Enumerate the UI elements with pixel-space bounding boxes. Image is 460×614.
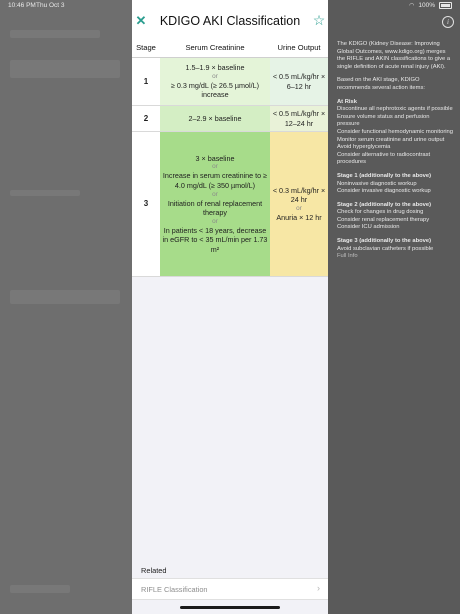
creatinine-criterion: Initiation of renal replacement therapy	[167, 198, 263, 218]
info-panel: i The KDIGO (Kidney Disease: Improving G…	[328, 0, 460, 614]
header-urine-output: Urine Output	[270, 38, 328, 58]
related-section-label: Related	[141, 566, 167, 575]
section-item: Monitor serum creatinine and urine outpu…	[337, 136, 445, 143]
section-item: Discontinue all nephrotoxic agents if po…	[337, 106, 453, 113]
creatinine-criterion: 2–2.9 × baseline	[188, 113, 242, 123]
section-item: Check for changes in drug dosing	[337, 209, 424, 216]
section-item: Noninvasive diagnostic workup	[337, 180, 417, 187]
section-item: Consider renal replacement therapy	[337, 216, 430, 223]
background-app-dimmed	[0, 0, 132, 614]
background-placeholder	[10, 30, 100, 38]
section-title: Stage 2 (additionally to the above)	[337, 201, 432, 208]
or-separator: or	[212, 217, 218, 225]
urine-criterion: < 0.5 mL/kg/hr × 6–12 hr	[272, 71, 326, 91]
header-serum-creatinine: Serum Creatinine	[160, 38, 270, 58]
section-item: Consider ICU admission	[337, 224, 400, 231]
info-section-at-risk: At Risk Discontinue all nephrotoxic agen…	[337, 99, 453, 167]
urine-criterion: < 0.5 mL/kg/hr × 12–24 hr	[272, 109, 326, 128]
creatinine-criterion: ≥ 0.3 mg/dL (≥ 26.5 µmol/L) increase	[170, 80, 260, 100]
info-intro: The KDIGO (Kidney Disease: Improving Glo…	[337, 41, 451, 70]
urine-criterion: < 0.3 mL/kg/hr × 24 hr	[272, 185, 326, 205]
creatinine-criterion: In patients < 18 years, decrease in eGFR…	[162, 225, 268, 254]
section-item: Avoid subclavian catheters if possible	[337, 245, 434, 252]
favorite-star-icon[interactable]: ☆	[312, 13, 326, 27]
creatinine-criterion: 1.5–1.9 × baseline	[185, 63, 245, 73]
creatinine-cell: 1.5–1.9 × baseline or ≥ 0.3 mg/dL (≥ 26.…	[160, 57, 270, 106]
info-icon[interactable]: i	[442, 16, 454, 28]
section-item: Consider invasive diagnostic workup	[337, 188, 431, 195]
or-separator: or	[296, 204, 302, 212]
related-item-rifle[interactable]: RIFLE Classification ›	[132, 578, 328, 600]
urine-output-cell: < 0.3 mL/kg/hr × 24 hr or Anuria × 12 hr	[270, 131, 328, 278]
section-title: At Risk	[337, 98, 357, 105]
close-icon[interactable]: ✕	[135, 14, 147, 27]
related-item-label: RIFLE Classification	[141, 585, 208, 594]
status-right: ◠ 100%	[409, 2, 452, 9]
info-section-stage-1: Stage 1 (additionally to the above) Noni…	[337, 173, 453, 196]
table-header-row: Stage Serum Creatinine Urine Output	[132, 38, 328, 58]
battery-percent: 100%	[418, 2, 435, 9]
section-item: Consider alternative to radiocontrast pr…	[337, 151, 431, 166]
table-row-stage-1: 1 1.5–1.9 × baseline or ≥ 0.3 mg/dL (≥ 2…	[132, 57, 328, 106]
full-info-link[interactable]: Full Info	[337, 253, 453, 261]
urine-output-cell: < 0.5 mL/kg/hr × 12–24 hr	[270, 105, 328, 133]
sheet-title: KDIGO AKI Classification	[159, 14, 301, 28]
or-separator: or	[212, 72, 218, 80]
or-separator: or	[212, 190, 218, 198]
urine-output-cell: < 0.5 mL/kg/hr × 6–12 hr	[270, 57, 328, 106]
chevron-right-icon: ›	[317, 583, 320, 593]
background-placeholder	[10, 585, 70, 593]
header-stage: Stage	[132, 38, 160, 58]
info-section-stage-2: Stage 2 (additionally to the above) Chec…	[337, 202, 453, 232]
creatinine-cell: 2–2.9 × baseline	[160, 105, 270, 133]
status-bar: 10:46 PM Thu Oct 3 ◠ 100%	[0, 0, 460, 12]
table-row-stage-3: 3 3 × baseline or Increase in serum crea…	[132, 131, 328, 278]
wifi-icon: ◠	[409, 3, 415, 9]
classification-sheet: ✕ KDIGO AKI Classification ☆ Stage Serum…	[132, 0, 328, 614]
info-based-on: Based on the AKI stage, KDIGO recommends…	[337, 77, 425, 91]
section-item: Ensure volume status and perfusion press…	[337, 113, 430, 128]
or-separator: or	[212, 163, 218, 171]
classification-table: Stage Serum Creatinine Urine Output 1 1.…	[132, 38, 328, 278]
info-section-stage-3: Stage 3 (additionally to the above) Avoi…	[337, 238, 453, 261]
table-row-stage-2: 2 2–2.9 × baseline < 0.5 mL/kg/hr × 12–2…	[132, 105, 328, 133]
creatinine-criterion: 3 × baseline	[195, 153, 235, 163]
background-placeholder	[10, 60, 120, 78]
status-day: Thu Oct 3	[36, 2, 65, 9]
background-placeholder	[10, 190, 80, 196]
section-item: Consider functional hemodynamic monitori…	[337, 128, 453, 135]
section-item: Avoid hyperglycemia	[337, 144, 391, 151]
info-text: The KDIGO (Kidney Disease: Improving Glo…	[337, 41, 453, 267]
stage-number: 2	[132, 105, 160, 133]
section-title: Stage 1 (additionally to the above)	[337, 172, 432, 179]
stage-number: 3	[132, 131, 160, 278]
stage-number: 1	[132, 57, 160, 106]
section-title: Stage 3 (additionally to the above)	[337, 238, 432, 245]
status-time: 10:46 PM	[8, 2, 36, 9]
home-indicator[interactable]	[180, 606, 280, 609]
creatinine-criterion: Increase in serum creatinine to ≥ 4.0 mg…	[162, 171, 268, 190]
background-placeholder	[10, 290, 120, 304]
battery-icon	[439, 2, 452, 9]
creatinine-cell: 3 × baseline or Increase in serum creati…	[160, 131, 270, 278]
urine-criterion: Anuria × 12 hr	[276, 212, 322, 222]
